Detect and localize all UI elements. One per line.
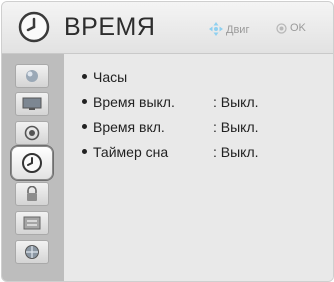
screen-icon [22,97,42,110]
sidebar-item-network[interactable] [15,240,49,264]
sidebar-item-screen[interactable] [15,92,49,116]
navigation-arrows-icon [209,22,223,36]
audio-icon [24,125,40,141]
bullet [82,149,87,154]
picture-icon [26,70,38,82]
lock-icon [27,186,37,201]
header: ВРЕМЯ Двиг OK [2,2,333,54]
option-icon [23,216,41,230]
menu-item-value: : Выкл. [213,119,259,135]
menu-item-label: Время выкл. [93,94,175,110]
menu-item-label: Часы [93,69,128,85]
menu-item-clock[interactable]: Часы [82,69,127,89]
sidebar-item-time[interactable] [11,146,53,180]
bullet [82,124,87,129]
menu-item-label: Время вкл. [93,119,165,135]
network-icon [25,245,39,259]
sidebar-item-option[interactable] [15,211,49,235]
menu-item-on-time[interactable]: Время вкл. : Выкл. [82,119,259,139]
bullet [82,74,87,79]
time-icon [22,153,42,173]
page-title: ВРЕМЯ [64,13,156,41]
ok-hint: OK [276,22,306,34]
menu-item-label: Таймер сна [93,144,169,160]
settings-window: ВРЕМЯ Двиг OK Часы Время выкл.: Выкл. В… [1,1,334,282]
menu-item-value: : Выкл. [213,94,259,110]
time-menu: Часы Время выкл. : Выкл. Время вкл. : Вы… [64,54,333,281]
sidebar-item-picture[interactable] [15,64,49,88]
menu-item-off-time[interactable]: Время выкл. : Выкл. [82,94,259,114]
ok-button-icon [276,23,287,34]
ok-hint-label: OK [290,22,306,34]
sidebar [2,54,64,281]
sidebar-item-audio[interactable] [15,121,49,145]
clock-icon [18,11,50,43]
sidebar-item-lock[interactable] [15,182,49,206]
menu-item-value: : Выкл. [213,144,259,160]
move-hint: Двиг [209,22,249,36]
menu-item-sleep-timer[interactable]: Таймер сна : Выкл. [82,144,259,164]
move-hint-label: Двиг [226,24,250,36]
bullet [82,99,87,104]
